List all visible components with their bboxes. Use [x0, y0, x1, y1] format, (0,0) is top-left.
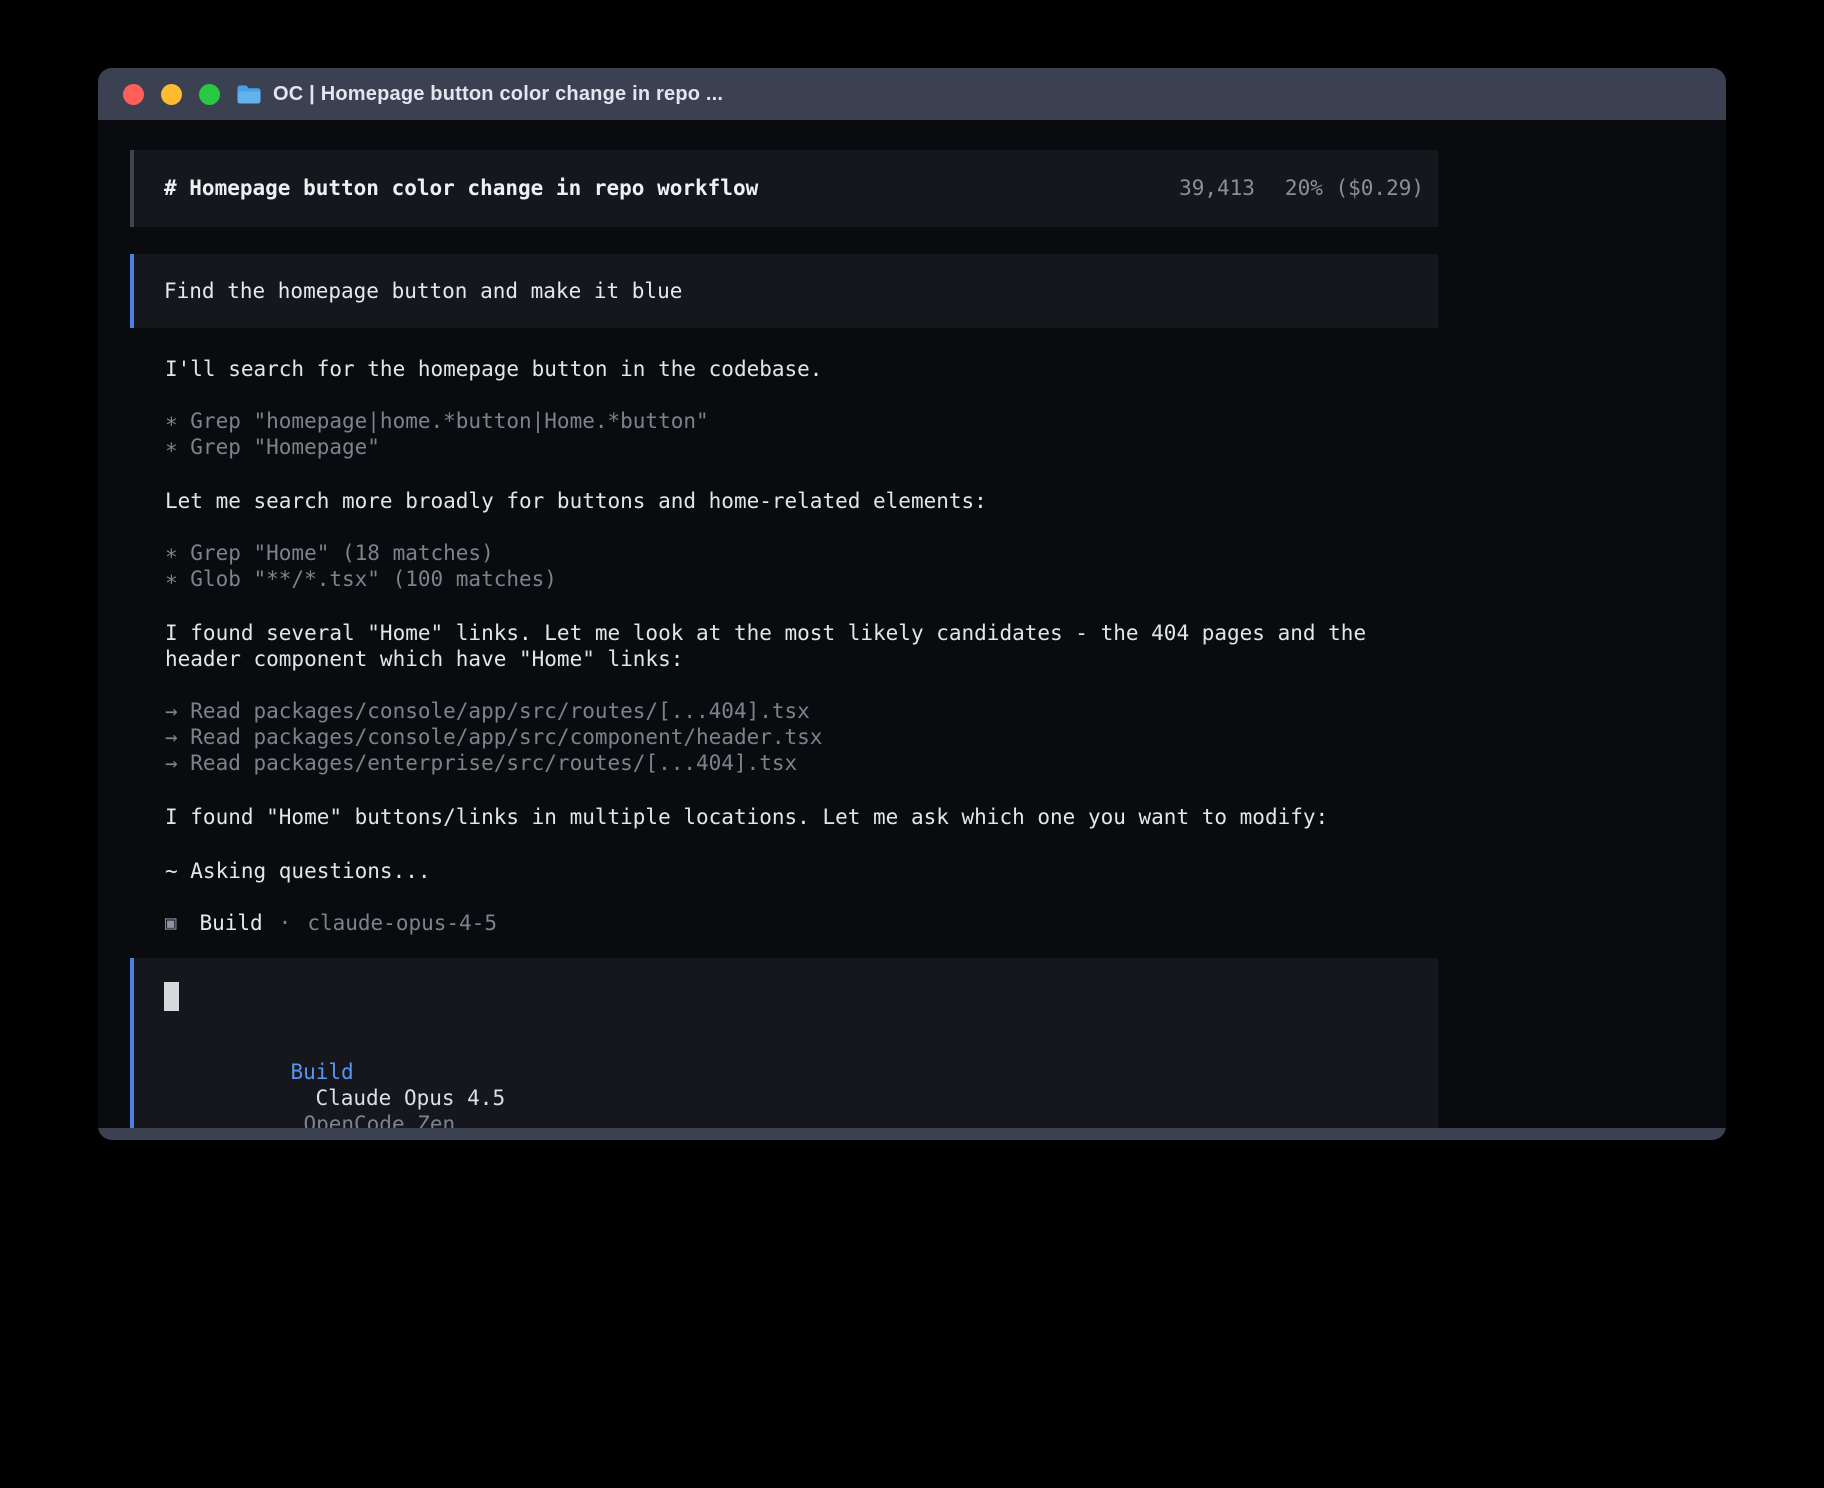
- tool-call-glob: ∗ Glob "**/*.tsx" (100 matches): [165, 566, 1438, 592]
- agent-name: Build: [199, 910, 262, 936]
- agent-summary-line: ▣ Build · claude-opus-4-5: [165, 910, 1438, 936]
- zoom-window-button[interactable]: [199, 84, 220, 105]
- agent-icon: ▣: [165, 910, 176, 936]
- tool-call-read: → Read packages/console/app/src/componen…: [165, 724, 1438, 750]
- text-cursor: [164, 982, 179, 1011]
- tool-call-group: ∗ Grep "Home" (18 matches) ∗ Glob "**/*.…: [165, 540, 1438, 592]
- tool-call-grep: ∗ Grep "Home" (18 matches): [165, 540, 1438, 566]
- folder-icon: [236, 84, 262, 105]
- prompt-input[interactable]: Build Claude Opus 4.5 OpenCode Zen: [130, 958, 1438, 1128]
- token-count: 39,413: [1179, 176, 1255, 200]
- assistant-text-intro: I'll search for the homepage button in t…: [165, 356, 1438, 382]
- terminal-content: # Homepage button color change in repo w…: [98, 120, 1726, 1128]
- close-window-button[interactable]: [123, 84, 144, 105]
- terminal-window: OC | Homepage button color change in rep…: [98, 68, 1726, 1140]
- tool-call-group: → Read packages/console/app/src/routes/[…: [165, 698, 1438, 776]
- tool-call-grep: ∗ Grep "Homepage": [165, 434, 1438, 460]
- model-provider: OpenCode Zen: [303, 1112, 455, 1128]
- assistant-text-found: I found several "Home" links. Let me loo…: [165, 620, 1438, 672]
- user-message-text: Find the homepage button and make it blu…: [164, 279, 682, 303]
- agent-mode-label[interactable]: Build: [290, 1060, 353, 1084]
- assistant-text-broaden: Let me search more broadly for buttons a…: [165, 488, 1438, 514]
- tool-call-read: → Read packages/console/app/src/routes/[…: [165, 698, 1438, 724]
- tool-call-read: → Read packages/enterprise/src/routes/[.…: [165, 750, 1438, 776]
- session-title: # Homepage button color change in repo w…: [164, 175, 758, 201]
- model-name: Claude Opus 4.5: [315, 1086, 505, 1110]
- context-cost: 20% ($0.29): [1285, 176, 1424, 200]
- tool-call-group: ∗ Grep "homepage|home.*button|Home.*butt…: [165, 408, 1438, 460]
- model-info-row: Build Claude Opus 4.5 OpenCode Zen: [164, 1033, 1410, 1128]
- window-titlebar[interactable]: OC | Homepage button color change in rep…: [98, 68, 1726, 120]
- user-message: Find the homepage button and make it blu…: [130, 254, 1438, 328]
- window-controls: [123, 84, 220, 105]
- tool-call-grep: ∗ Grep "homepage|home.*button|Home.*butt…: [165, 408, 1438, 434]
- minimize-window-button[interactable]: [161, 84, 182, 105]
- agent-model: claude-opus-4-5: [307, 910, 497, 936]
- session-header: # Homepage button color change in repo w…: [130, 150, 1438, 227]
- session-stats: 39,413 20% ($0.29): [1179, 175, 1424, 201]
- asking-status-line: ~ Asking questions...: [165, 858, 1438, 884]
- agent-separator: ·: [279, 910, 292, 936]
- window-title: OC | Homepage button color change in rep…: [273, 83, 723, 106]
- window-title-group: OC | Homepage button color change in rep…: [236, 83, 723, 106]
- assistant-text-ask: I found "Home" buttons/links in multiple…: [165, 804, 1438, 830]
